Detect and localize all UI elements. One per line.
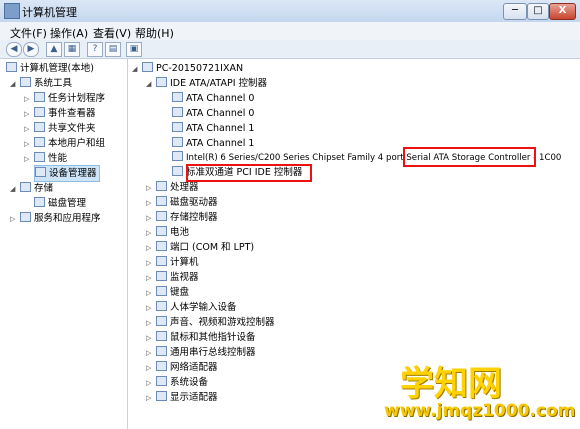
device-item[interactable]: ATA Channel 0: [172, 91, 254, 106]
window-title: 计算机管理: [22, 6, 77, 19]
system-device-icon: [156, 376, 167, 386]
device-tree: ◢ PC-20150721IXAN ◢ IDE ATA/ATAPI 控制器 ATA …: [128, 59, 580, 429]
show-tree-icon[interactable]: ▦: [64, 42, 80, 57]
help-icon[interactable]: ?: [87, 42, 103, 57]
ide-channel-icon: [172, 166, 183, 176]
device-category[interactable]: ▷ 处理器: [146, 180, 199, 195]
battery-icon: [156, 226, 167, 236]
menu-action[interactable]: 操作(A): [50, 25, 88, 41]
event-log-icon: [34, 107, 45, 117]
network-adapter-icon: [156, 361, 167, 371]
tree-item-performance[interactable]: ▷ 性能: [24, 151, 67, 166]
disk-icon: [34, 197, 45, 207]
storage-icon: [20, 182, 31, 192]
up-folder-icon[interactable]: ▲: [46, 42, 62, 57]
watermark-url: www.jmqz1000.com: [384, 401, 576, 421]
tree-item-task-scheduler[interactable]: ▷ 任务计划程序: [24, 91, 105, 106]
computer-icon: [142, 62, 153, 72]
tree-item-local-users[interactable]: ▷ 本地用户和组: [24, 136, 105, 151]
monitor-icon: [156, 271, 167, 281]
computer-icon: [156, 256, 167, 266]
device-category[interactable]: ▷ 鼠标和其他指针设备: [146, 330, 256, 345]
device-category[interactable]: ▷ 系统设备: [146, 375, 208, 390]
device-category[interactable]: ▷ 人体学输入设备: [146, 300, 237, 315]
tree-item-system-tools[interactable]: ◢ 系统工具: [10, 76, 72, 91]
navigation-tree: 计算机管理(本地) ◢ 系统工具 ▷ 任务计划程序 ▷ 事件查看器 ▷ 共享文件夹 ▷ 本…: [0, 59, 128, 429]
tree-item-shared-folders[interactable]: ▷ 共享文件夹: [24, 121, 96, 136]
computer-icon: [6, 62, 17, 72]
ide-channel-icon: [172, 92, 183, 102]
device-item[interactable]: ATA Channel 1: [172, 121, 254, 136]
hid-icon: [156, 301, 167, 311]
forward-icon[interactable]: ▶: [23, 42, 39, 57]
ide-channel-icon: [172, 107, 183, 117]
tree-item-event-viewer[interactable]: ▷ 事件查看器: [24, 106, 96, 121]
display-adapter-icon: [156, 391, 167, 401]
tree-item-disk-management[interactable]: 磁盘管理: [34, 196, 86, 211]
maximize-button[interactable]: □: [527, 3, 549, 20]
processor-icon: [156, 181, 167, 191]
menu-view[interactable]: 查看(V): [93, 25, 131, 41]
device-category[interactable]: ▷ 通用串行总线控制器: [146, 345, 256, 360]
mouse-icon: [156, 331, 167, 341]
device-category[interactable]: ▷ 电池: [146, 225, 189, 240]
tree-item-device-manager[interactable]: 设备管理器: [34, 165, 100, 182]
close-button[interactable]: X: [549, 3, 576, 20]
disk-drive-icon: [156, 196, 167, 206]
tree-item-storage[interactable]: ◢ 存储: [10, 181, 53, 196]
ide-channel-icon: [172, 151, 183, 161]
device-item[interactable]: ATA Channel 0: [172, 106, 254, 121]
device-category-ide[interactable]: ◢ IDE ATA/ATAPI 控制器: [146, 76, 267, 91]
performance-icon: [34, 152, 45, 162]
clock-icon: [34, 92, 45, 102]
computer-management-icon: [4, 3, 20, 19]
device-category[interactable]: ▷ 磁盘驱动器: [146, 195, 218, 210]
back-icon[interactable]: ◀: [6, 42, 22, 57]
storage-controller-icon: [156, 211, 167, 221]
device-category[interactable]: ▷ 存储控制器: [146, 210, 218, 225]
device-item[interactable]: ATA Channel 1: [172, 136, 254, 151]
device-category[interactable]: ▷ 显示适配器: [146, 390, 218, 405]
tree-item-services-apps[interactable]: ▷ 服务和应用程序: [10, 211, 101, 226]
device-manager-icon: [35, 167, 46, 177]
shared-folder-icon: [34, 122, 45, 132]
ide-channel-icon: [172, 122, 183, 132]
menu-file[interactable]: 文件(F): [10, 25, 47, 41]
toolbar: ◀ ▶ ▲ ▦ ? ▤ ▣: [0, 40, 580, 59]
device-category[interactable]: ▷ 端口 (COM 和 LPT): [146, 240, 254, 255]
usb-icon: [156, 346, 167, 356]
tools-icon: [20, 77, 31, 87]
menu-help[interactable]: 帮助(H): [135, 25, 174, 41]
device-category[interactable]: ▷ 网络适配器: [146, 360, 218, 375]
watermark-logo: 学知网: [400, 364, 502, 404]
title-bar: 计算机管理 ─ □ X: [0, 0, 580, 23]
highlight-box-sata: [403, 147, 536, 167]
properties-icon[interactable]: ▤: [105, 42, 121, 57]
ide-channel-icon: [172, 137, 183, 147]
device-category[interactable]: ▷ 监视器: [146, 270, 199, 285]
minimize-button[interactable]: ─: [503, 3, 527, 20]
tree-item-computer-management[interactable]: 计算机管理(本地): [6, 61, 94, 76]
ide-controller-icon: [156, 77, 167, 87]
device-category[interactable]: ▷ 键盘: [146, 285, 189, 300]
computer-icon[interactable]: ▣: [126, 42, 142, 57]
users-icon: [34, 137, 45, 147]
device-category[interactable]: ▷ 计算机: [146, 255, 199, 270]
speaker-icon: [156, 316, 167, 326]
device-root[interactable]: ◢ PC-20150721IXAN: [132, 61, 243, 76]
device-category[interactable]: ▷ 声音、视频和游戏控制器: [146, 315, 275, 330]
menu-bar: 文件(F) 操作(A) 查看(V) 帮助(H): [0, 22, 580, 41]
port-icon: [156, 241, 167, 251]
keyboard-icon: [156, 286, 167, 296]
services-icon: [20, 212, 31, 222]
highlight-box-pci-ide: [186, 164, 312, 182]
